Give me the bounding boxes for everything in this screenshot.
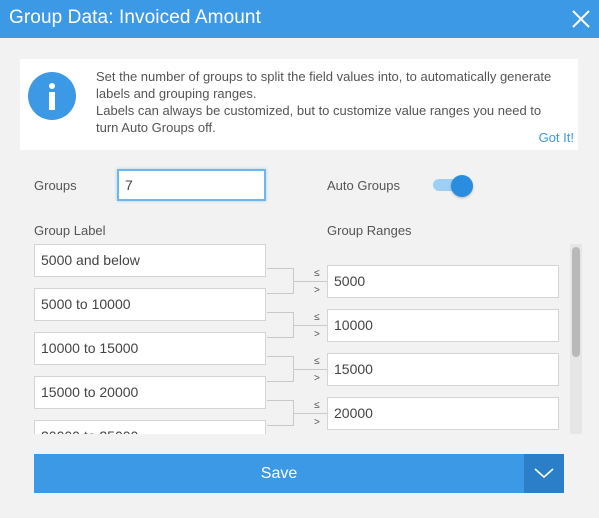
chevron-down-icon <box>534 468 554 479</box>
info-line-2: Labels can always be customized, but to … <box>96 103 542 135</box>
dialog-title: Group Data: Invoiced Amount <box>9 7 261 28</box>
range-bracket <box>267 312 294 338</box>
group-label-input[interactable]: 10000 to 15000 <box>34 332 266 365</box>
auto-groups-toggle[interactable] <box>433 175 475 197</box>
range-bracket <box>267 356 294 382</box>
groups-input[interactable]: 7 <box>117 169 266 201</box>
group-range-input[interactable]: 15000 <box>327 353 559 386</box>
group-label-header: Group Label <box>34 223 106 238</box>
group-list: 5000 and below ≤ > 5000 5000 to 10000 ≤ … <box>34 244 570 434</box>
group-label-input[interactable]: 20000 to 25000 <box>34 420 266 434</box>
gt-symbol: > <box>314 417 320 428</box>
got-it-link[interactable]: Got It! <box>539 130 574 145</box>
save-options-button[interactable] <box>524 454 564 493</box>
range-connector <box>294 369 327 370</box>
le-symbol: ≤ <box>314 400 320 411</box>
group-label-input[interactable]: 15000 to 20000 <box>34 376 266 409</box>
group-label-input[interactable]: 5000 to 10000 <box>34 288 266 321</box>
close-icon[interactable] <box>569 7 593 31</box>
range-connector <box>294 281 327 282</box>
range-connector <box>294 325 327 326</box>
gt-symbol: > <box>314 285 320 296</box>
group-label-input[interactable]: 5000 and below <box>34 244 266 277</box>
range-bracket <box>267 400 294 426</box>
group-range-input[interactable]: 10000 <box>327 309 559 342</box>
info-text: Set the number of groups to split the fi… <box>96 68 566 136</box>
range-bracket <box>267 268 294 294</box>
le-symbol: ≤ <box>314 312 320 323</box>
group-range-input[interactable]: 5000 <box>327 265 559 298</box>
info-icon <box>28 72 76 120</box>
auto-groups-label: Auto Groups <box>327 178 400 193</box>
save-button[interactable]: Save <box>34 454 524 493</box>
le-symbol: ≤ <box>314 356 320 367</box>
info-panel: Set the number of groups to split the fi… <box>20 59 578 150</box>
scrollbar-thumb[interactable] <box>572 247 580 357</box>
le-symbol: ≤ <box>314 268 320 279</box>
dialog-title-bar: Group Data: Invoiced Amount <box>0 0 599 38</box>
gt-symbol: > <box>314 373 320 384</box>
group-range-input[interactable]: 20000 <box>327 397 559 430</box>
info-line-1: Set the number of groups to split the fi… <box>96 69 552 101</box>
range-connector <box>294 413 327 414</box>
group-ranges-header: Group Ranges <box>327 223 412 238</box>
list-scrollbar[interactable] <box>570 244 582 434</box>
groups-label: Groups <box>34 178 77 193</box>
gt-symbol: > <box>314 329 320 340</box>
